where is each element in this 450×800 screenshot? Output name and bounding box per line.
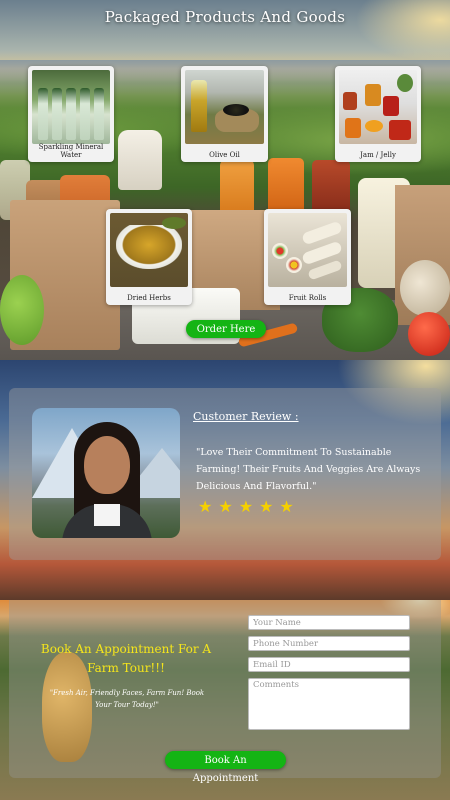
products-section: Packaged Products And Goods Sparkling Mi… (0, 0, 450, 360)
phone-input[interactable] (248, 636, 410, 651)
dried-herbs-image (110, 213, 188, 287)
book-appointment-button[interactable]: Book An Appointment (165, 751, 286, 784)
review-heading: Customer Review : (193, 410, 299, 423)
olive-oil-image (185, 70, 264, 144)
jam-jars-image (339, 70, 417, 144)
product-card-fruit-rolls[interactable]: Fruit Rolls (264, 209, 351, 305)
product-label: Jam / Jelly (360, 151, 396, 159)
sparkling-water-bottles-image (32, 70, 110, 144)
tomato-decor (408, 312, 450, 356)
name-input[interactable] (248, 615, 410, 630)
appointment-title: Book An Appointment For A Farm Tour!!! (40, 642, 212, 675)
cauliflower-decor (400, 260, 450, 316)
fruit-rolls-image (268, 213, 347, 287)
melon-decor (0, 275, 44, 345)
product-label: Sparkling Mineral Water (38, 143, 104, 159)
milk-flask-decor (118, 130, 162, 190)
product-card-jam-jelly[interactable]: Jam / Jelly (335, 66, 421, 162)
review-quote: "Love Their Commitment To Sustainable Fa… (196, 447, 421, 492)
appointment-section: Book An Appointment For A Farm Tour!!! "… (0, 600, 450, 800)
product-card-sparkling-water[interactable]: Sparkling Mineral Water (28, 66, 114, 162)
appointment-subtitle: "Fresh Air, Friendly Faces, Farm Fun! Bo… (49, 689, 205, 709)
product-label: Fruit Rolls (288, 294, 327, 302)
product-label: Olive Oil (209, 151, 240, 159)
product-card-dried-herbs[interactable]: Dried Herbs (106, 209, 192, 305)
order-here-button[interactable]: Order Here (186, 320, 266, 338)
comments-textarea[interactable] (248, 678, 410, 730)
product-label: Dried Herbs (127, 294, 171, 302)
email-input[interactable] (248, 657, 410, 672)
customer-avatar (32, 408, 180, 538)
review-section: Customer Review : "Love Their Commitment… (0, 360, 450, 600)
product-card-olive-oil[interactable]: Olive Oil (181, 66, 268, 162)
star-rating: ★★★★★ (198, 497, 300, 516)
page-title: Packaged Products And Goods (104, 8, 346, 26)
